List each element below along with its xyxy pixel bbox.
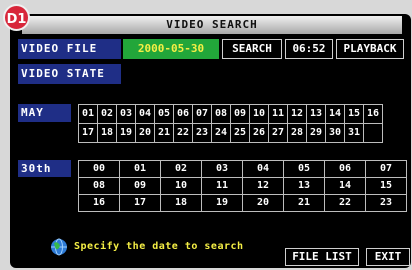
day-cell-22[interactable]: 22 bbox=[174, 124, 193, 143]
hour-cell-02[interactable]: 02 bbox=[161, 161, 202, 178]
day-cell-15[interactable]: 15 bbox=[345, 105, 364, 124]
hour-cell-05[interactable]: 05 bbox=[284, 161, 325, 178]
day-cell-26[interactable]: 26 bbox=[250, 124, 269, 143]
hour-cell-03[interactable]: 03 bbox=[202, 161, 243, 178]
day-cell-23[interactable]: 23 bbox=[193, 124, 212, 143]
hour-cell-04[interactable]: 04 bbox=[243, 161, 284, 178]
hour-cell-10[interactable]: 10 bbox=[161, 178, 202, 195]
hour-cell-22[interactable]: 22 bbox=[325, 195, 366, 212]
day-cell-21[interactable]: 21 bbox=[155, 124, 174, 143]
page: VIDEO SEARCH VIDEO FILE 2000-05-30 SEARC… bbox=[0, 0, 412, 270]
day-cell-16[interactable]: 16 bbox=[364, 105, 383, 124]
day-cell-17[interactable]: 17 bbox=[79, 124, 98, 143]
day-cell-14[interactable]: 14 bbox=[326, 105, 345, 124]
hour-cell-08[interactable]: 08 bbox=[79, 178, 120, 195]
day-cell-10[interactable]: 10 bbox=[250, 105, 269, 124]
day-cell-25[interactable]: 25 bbox=[231, 124, 250, 143]
hour-cell-13[interactable]: 13 bbox=[284, 178, 325, 195]
day-cell-01[interactable]: 01 bbox=[79, 105, 98, 124]
dvr-screen: VIDEO SEARCH VIDEO FILE 2000-05-30 SEARC… bbox=[10, 14, 411, 268]
globe-icon bbox=[51, 238, 67, 256]
hour-cell-00[interactable]: 00 bbox=[79, 161, 120, 178]
hour-cell-07[interactable]: 07 bbox=[366, 161, 407, 178]
video-file-label: VIDEO FILE bbox=[18, 39, 121, 59]
hour-cell-19[interactable]: 19 bbox=[202, 195, 243, 212]
day-cell-11[interactable]: 11 bbox=[269, 105, 288, 124]
hour-grid: 00 01 02 03 04 05 06 07 08 09 10 11 12 13 14 15 16 17 18 19… bbox=[78, 160, 407, 212]
file-list-button[interactable]: FILE LIST bbox=[285, 248, 359, 266]
selected-day-label: 30th bbox=[18, 160, 71, 177]
hour-cell-11[interactable]: 11 bbox=[202, 178, 243, 195]
hour-cell-23[interactable]: 23 bbox=[366, 195, 407, 212]
search-button[interactable]: SEARCH bbox=[222, 39, 282, 59]
time-field[interactable]: 06:52 bbox=[285, 39, 333, 59]
day-cell-05[interactable]: 05 bbox=[155, 105, 174, 124]
day-cell-13[interactable]: 13 bbox=[307, 105, 326, 124]
exit-button[interactable]: EXIT bbox=[366, 248, 410, 266]
day-cell-24[interactable]: 24 bbox=[212, 124, 231, 143]
hour-cell-20[interactable]: 20 bbox=[243, 195, 284, 212]
day-cell-30[interactable]: 30 bbox=[326, 124, 345, 143]
day-grid: 01 02 03 04 05 06 07 08 09 10 11 12 13 14 15 16 17 18 19 20… bbox=[78, 104, 383, 143]
date-field[interactable]: 2000-05-30 bbox=[123, 39, 219, 59]
hour-cell-12[interactable]: 12 bbox=[243, 178, 284, 195]
day-cell-31[interactable]: 31 bbox=[345, 124, 364, 143]
hint-text: Specify the date to search bbox=[74, 241, 244, 252]
hour-cell-01[interactable]: 01 bbox=[120, 161, 161, 178]
day-cell-20[interactable]: 20 bbox=[136, 124, 155, 143]
day-cell-12[interactable]: 12 bbox=[288, 105, 307, 124]
hour-cell-16[interactable]: 16 bbox=[79, 195, 120, 212]
day-cell-empty bbox=[364, 124, 383, 143]
day-cell-29[interactable]: 29 bbox=[307, 124, 326, 143]
day-cell-06[interactable]: 06 bbox=[174, 105, 193, 124]
day-cell-18[interactable]: 18 bbox=[98, 124, 117, 143]
hour-cell-09[interactable]: 09 bbox=[120, 178, 161, 195]
day-cell-07[interactable]: 07 bbox=[193, 105, 212, 124]
hour-cell-21[interactable]: 21 bbox=[284, 195, 325, 212]
day-cell-04[interactable]: 04 bbox=[136, 105, 155, 124]
hour-cell-15[interactable]: 15 bbox=[366, 178, 407, 195]
day-cell-09[interactable]: 09 bbox=[231, 105, 250, 124]
hour-cell-18[interactable]: 18 bbox=[161, 195, 202, 212]
window-title: VIDEO SEARCH bbox=[22, 16, 402, 34]
day-cell-28[interactable]: 28 bbox=[288, 124, 307, 143]
day-cell-19[interactable]: 19 bbox=[117, 124, 136, 143]
playback-button[interactable]: PLAYBACK bbox=[336, 39, 404, 59]
hour-cell-06[interactable]: 06 bbox=[325, 161, 366, 178]
day-cell-08[interactable]: 08 bbox=[212, 105, 231, 124]
video-state-label: VIDEO STATE bbox=[18, 64, 121, 84]
hour-cell-14[interactable]: 14 bbox=[325, 178, 366, 195]
day-cell-27[interactable]: 27 bbox=[269, 124, 288, 143]
step-badge: D1 bbox=[3, 4, 30, 31]
hour-cell-17[interactable]: 17 bbox=[120, 195, 161, 212]
month-label: MAY bbox=[18, 104, 71, 122]
day-cell-03[interactable]: 03 bbox=[117, 105, 136, 124]
day-cell-02[interactable]: 02 bbox=[98, 105, 117, 124]
